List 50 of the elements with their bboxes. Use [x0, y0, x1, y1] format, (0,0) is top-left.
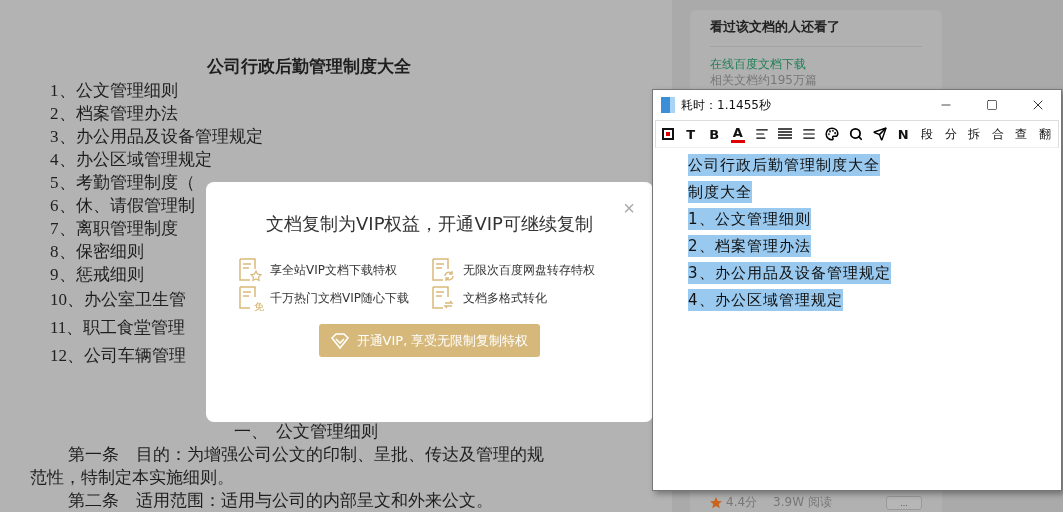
toc-entry: 10、办公室卫生管 — [50, 289, 186, 311]
feature-label: 文档多格式转化 — [463, 290, 548, 307]
toc-entry: 4、办公区域管理规定 — [50, 149, 212, 171]
toc-entry: 11、职工食堂管理 — [50, 317, 186, 339]
app-icon — [661, 97, 675, 113]
card-heading: 看过该文档的人还看了 — [710, 10, 922, 47]
toc-entry: 3、办公用品及设备管理规定 — [50, 126, 263, 148]
toc-entry: 7、离职管理制度 — [50, 218, 178, 240]
toolbar-button[interactable]: N — [896, 124, 911, 144]
feature-label: 享全站VIP文档下载特权 — [270, 262, 398, 279]
more-button[interactable]: ... — [886, 495, 922, 510]
toc-entry: 5、考勤管理制度（ — [50, 172, 195, 194]
star-icon — [710, 496, 722, 509]
maximize-icon — [986, 99, 998, 111]
feature-label: 千万热门文档VIP随心下载 — [270, 290, 410, 307]
toolbar-button[interactable]: T — [683, 124, 698, 144]
align-justify-icon[interactable] — [801, 127, 816, 141]
paragraph-line: 第一条 目的：为增强公司公文的印制、呈批、传达及管理的规 — [67, 444, 544, 466]
search-icon[interactable] — [849, 127, 863, 141]
align-justify-icon[interactable] — [778, 128, 793, 140]
toolbar-button[interactable]: 查 — [1014, 124, 1029, 144]
document-icon — [431, 258, 455, 282]
feature-label: 无限次百度网盘转存特权 — [463, 262, 596, 279]
palette-icon[interactable] — [825, 127, 840, 141]
toolbar-button[interactable]: 翻 — [1038, 124, 1052, 144]
window-title: 耗时：1.1455秒 — [681, 96, 771, 114]
toolbar-button[interactable]: 分 — [943, 124, 958, 144]
toc-entry: 12、公司车辆管理 — [50, 345, 186, 367]
toolbar-button[interactable]: 段 — [919, 124, 934, 144]
align-left-icon[interactable] — [754, 127, 769, 141]
document-icon — [431, 286, 455, 310]
toolbar-button[interactable]: 拆 — [967, 124, 982, 144]
stop-icon[interactable] — [662, 128, 674, 140]
toolbar-button[interactable]: B — [707, 124, 722, 144]
diamond-icon — [330, 332, 349, 349]
toolbar-button[interactable]: 合 — [990, 124, 1005, 144]
toc-entry: 2、档案管理办法 — [50, 103, 178, 125]
document-title: 公司行政后勤管理制度大全 — [206, 57, 411, 76]
section-heading: 一、 公文管理细则 — [233, 422, 379, 441]
toc-entry: 8、保密细则 — [50, 241, 144, 263]
toc-entry: 6、休、请假管理制 — [50, 195, 195, 217]
send-icon[interactable] — [872, 127, 887, 141]
toc-entry: 1、公文管理细则 — [50, 80, 178, 102]
font-color-button[interactable]: A — [730, 125, 745, 143]
paragraph-line: 第二条 适用范围：适用与公司的内部呈文和外来公文。 — [67, 490, 493, 512]
free-badge: 免 — [254, 302, 264, 312]
dialog-title: 文档复制为VIP权益，开通VIP可继续复制 — [266, 212, 593, 236]
document-icon — [238, 258, 262, 282]
paragraph-line: 范性，特制定本实施细则。 — [29, 467, 234, 489]
toc-entry: 9、惩戒细则 — [50, 264, 144, 286]
